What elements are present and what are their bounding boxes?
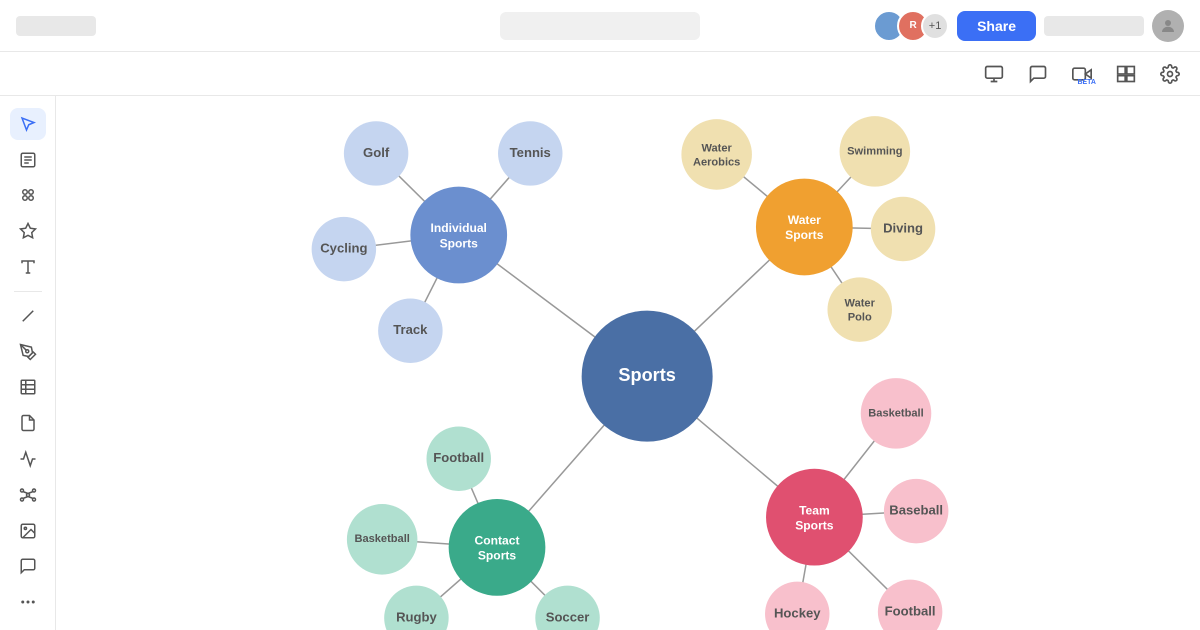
node-water-polo[interactable]: [827, 277, 891, 341]
topbar-search-right[interactable]: [1044, 16, 1144, 36]
node-track[interactable]: [378, 299, 442, 363]
sidebar-item-line[interactable]: [10, 300, 46, 332]
sidebar: [0, 96, 56, 630]
node-tennis[interactable]: [498, 121, 562, 185]
layout-icon[interactable]: [1112, 60, 1140, 88]
node-rugby[interactable]: [384, 586, 448, 630]
node-diving[interactable]: [871, 197, 935, 261]
node-football-c[interactable]: [426, 426, 490, 490]
mindmap-svg: Sports Individual Sports Water Sports Co…: [56, 96, 1200, 630]
sidebar-item-favorites[interactable]: [10, 215, 46, 247]
node-cycling[interactable]: [312, 217, 376, 281]
main-area: Sports Individual Sports Water Sports Co…: [0, 96, 1200, 630]
sidebar-item-image[interactable]: [10, 515, 46, 547]
video-icon[interactable]: BETA: [1068, 60, 1096, 88]
sidebar-item-chat[interactable]: [10, 550, 46, 582]
share-button[interactable]: Share: [957, 11, 1036, 41]
node-water-sports[interactable]: [756, 179, 853, 276]
node-swimming[interactable]: [840, 116, 911, 187]
sidebar-item-text[interactable]: [10, 251, 46, 283]
user-avatar[interactable]: [1152, 10, 1184, 42]
beta-badge: BETA: [1077, 79, 1096, 86]
sidebar-item-sticky-note[interactable]: [10, 407, 46, 439]
node-baseball[interactable]: [884, 479, 948, 543]
node-contact-sports[interactable]: [449, 499, 546, 596]
node-basketball-c[interactable]: [347, 504, 418, 575]
monitor-icon[interactable]: [980, 60, 1008, 88]
sidebar-item-cursor[interactable]: [10, 108, 46, 140]
avatar-group: R +1: [873, 10, 949, 42]
topbar: R +1 Share: [0, 0, 1200, 52]
sidebar-item-components[interactable]: [10, 180, 46, 212]
title-placeholder: [16, 16, 96, 36]
sidebar-item-table[interactable]: [10, 371, 46, 403]
sidebar-item-chart[interactable]: [10, 443, 46, 475]
settings-icon[interactable]: [1156, 60, 1184, 88]
avatar-count: +1: [921, 12, 949, 40]
sidebar-item-network[interactable]: [10, 479, 46, 511]
topbar-right: R +1 Share: [873, 10, 1184, 42]
sidebar-item-document[interactable]: [10, 144, 46, 176]
node-football-t[interactable]: [878, 580, 942, 630]
search-bar[interactable]: [500, 12, 700, 40]
sidebar-item-more[interactable]: [10, 586, 46, 618]
node-water-aerobics[interactable]: [681, 119, 752, 190]
node-basketball-t[interactable]: [861, 378, 932, 449]
node-golf[interactable]: [344, 121, 408, 185]
sidebar-item-pen[interactable]: [10, 336, 46, 368]
message-icon[interactable]: [1024, 60, 1052, 88]
node-soccer[interactable]: [535, 586, 599, 630]
toolbar2: BETA: [0, 52, 1200, 96]
node-sports[interactable]: [582, 311, 713, 442]
node-team-sports[interactable]: [766, 469, 863, 566]
canvas[interactable]: Sports Individual Sports Water Sports Co…: [56, 96, 1200, 630]
node-hockey[interactable]: [765, 582, 829, 630]
sidebar-divider: [14, 291, 42, 292]
node-individual-sports[interactable]: [410, 187, 507, 284]
